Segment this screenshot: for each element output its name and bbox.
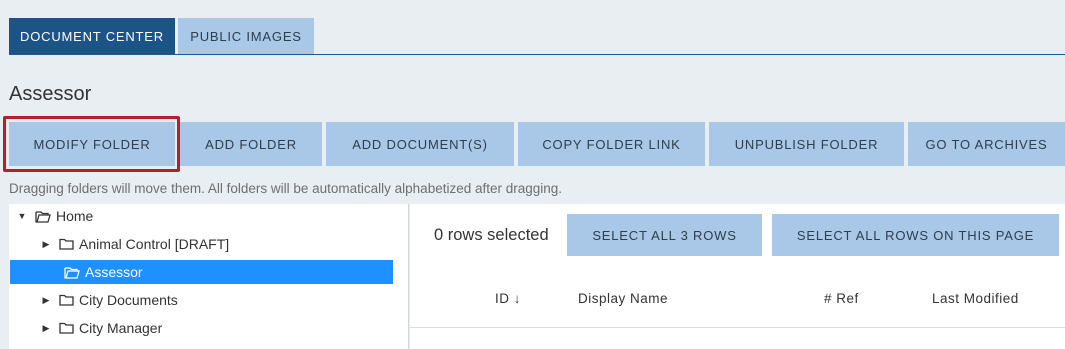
rows-selected-count: 0 rows selected	[434, 226, 549, 244]
tab-public-images[interactable]: PUBLIC IMAGES	[178, 18, 314, 54]
tree-item-label: Animal Control [DRAFT]	[79, 236, 230, 252]
tree-item-home[interactable]: ▼ Home	[17, 204, 94, 228]
select-page-rows-button[interactable]: SELECT ALL ROWS ON THIS PAGE	[772, 214, 1059, 256]
add-documents-button[interactable]: ADD DOCUMENT(S)	[326, 122, 514, 166]
copy-folder-link-button[interactable]: COPY FOLDER LINK	[518, 122, 705, 166]
folder-icon	[59, 294, 74, 306]
header-divider	[410, 327, 1065, 328]
tab-bar: DOCUMENT CENTER PUBLIC IMAGES	[9, 18, 1065, 55]
caret-down-icon[interactable]: ▼	[17, 211, 27, 221]
folder-open-icon	[35, 210, 51, 223]
tree-item-city-manager[interactable]: ▶ City Manager	[41, 316, 163, 340]
modify-folder-button[interactable]: MODIFY FOLDER	[9, 122, 175, 166]
caret-right-icon[interactable]: ▶	[41, 295, 51, 306]
column-header-last-modified[interactable]: Last Modified	[932, 291, 1019, 306]
folder-tree: ▼ Home ▶ Animal Control [DRAFT] Assessor…	[9, 204, 409, 349]
tree-item-animal-control[interactable]: ▶ Animal Control [DRAFT]	[41, 232, 230, 256]
tab-document-center[interactable]: DOCUMENT CENTER	[9, 18, 175, 54]
caret-right-icon[interactable]: ▶	[41, 323, 51, 334]
column-header-ref[interactable]: # Ref	[824, 291, 859, 306]
folder-open-icon	[64, 266, 80, 279]
tree-item-assessor[interactable]: Assessor	[10, 260, 393, 284]
caret-right-icon[interactable]: ▶	[41, 239, 51, 250]
go-to-archives-button[interactable]: GO TO ARCHIVES	[908, 122, 1065, 166]
page-title: Assessor	[9, 83, 92, 105]
documents-grid: 0 rows selected SELECT ALL 3 ROWS SELECT…	[410, 204, 1065, 349]
tree-item-label: City Manager	[79, 320, 163, 336]
drag-hint-text: Dragging folders will move them. All fol…	[9, 181, 563, 196]
tree-item-label: City Documents	[79, 292, 178, 308]
unpublish-folder-button[interactable]: UNPUBLISH FOLDER	[709, 122, 904, 166]
column-header-display-name[interactable]: Display Name	[578, 291, 668, 306]
tree-item-label: Home	[56, 208, 94, 224]
folder-icon	[59, 238, 74, 250]
add-folder-button[interactable]: ADD FOLDER	[180, 122, 322, 166]
column-header-id[interactable]: ID ↓	[495, 291, 521, 306]
folder-icon	[59, 322, 74, 334]
select-all-rows-button[interactable]: SELECT ALL 3 ROWS	[567, 214, 762, 256]
tree-item-label: Assessor	[85, 264, 143, 280]
tree-item-city-documents[interactable]: ▶ City Documents	[41, 288, 178, 312]
